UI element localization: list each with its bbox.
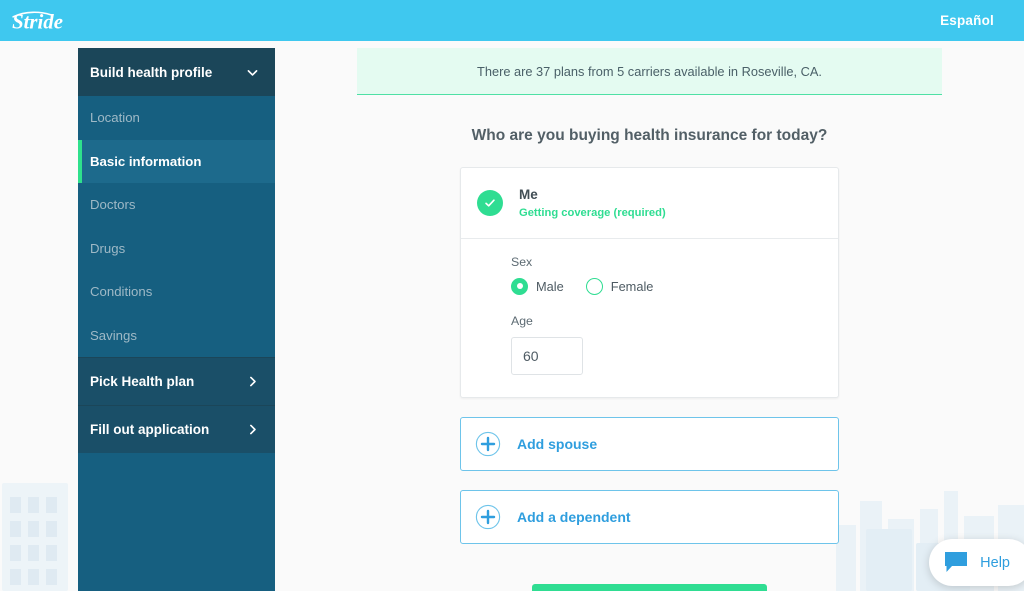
add-dependent-label: Add a dependent	[517, 508, 631, 525]
person-coverage-status: Getting coverage (required)	[519, 206, 666, 219]
banner-text: There are 37 plans from 5 carriers avail…	[477, 63, 822, 79]
plus-circle-icon	[475, 504, 501, 529]
age-input[interactable]	[511, 336, 583, 375]
sidebar-item-doctors[interactable]: Doctors	[78, 183, 275, 227]
language-toggle-espanol[interactable]: Español	[940, 13, 994, 28]
radio-selected-icon	[511, 277, 528, 295]
person-card-body: Sex Male Female Age	[461, 239, 838, 397]
person-card-header: Me Getting coverage (required)	[461, 168, 838, 238]
sidebar-section-label: Fill out application	[90, 422, 210, 437]
sidebar-item-label: Drugs	[90, 240, 126, 256]
sidebar-section-build-health-profile[interactable]: Build health profile	[78, 48, 275, 96]
main-content: There are 37 plans from 5 carriers avail…	[275, 48, 1024, 591]
sidebar-section-label: Build health profile	[90, 64, 213, 80]
sex-radio-group: Male Female	[511, 277, 822, 295]
top-header-bar: Stride Español	[0, 0, 1024, 41]
person-card-me: Me Getting coverage (required) Sex Male	[460, 167, 839, 398]
age-field-label: Age	[511, 313, 533, 328]
sex-option-female[interactable]: Female	[585, 277, 654, 295]
chat-bubble-icon	[945, 551, 968, 572]
sidebar-item-label: Doctors	[90, 197, 136, 213]
sidebar-item-label: Savings	[90, 327, 137, 343]
sex-option-label: Male	[536, 278, 564, 294]
radio-unselected-icon	[585, 277, 603, 295]
form-content: Who are you buying health insurance for …	[357, 127, 942, 591]
sex-option-label: Female	[610, 278, 654, 294]
add-spouse-button[interactable]: Add spouse	[460, 416, 839, 471]
find-insurance-button[interactable]: Find insurance for myself ›	[531, 583, 768, 591]
help-widget-button[interactable]: Help	[929, 539, 1024, 586]
sidebar-item-label: Location	[90, 110, 140, 126]
sidebar-item-label: Conditions	[90, 284, 153, 300]
person-name: Me	[519, 187, 538, 202]
cta-row: Find insurance for myself ›	[357, 583, 942, 591]
sidebar-item-savings[interactable]: Savings	[78, 314, 275, 358]
plus-circle-icon	[475, 431, 501, 456]
add-dependent-button[interactable]: Add a dependent	[460, 489, 839, 544]
sidebar-nav: Build health profile Location Basic info…	[78, 48, 275, 591]
sidebar-item-location[interactable]: Location	[78, 96, 275, 140]
page-title: Who are you buying health insurance for …	[471, 127, 828, 144]
stride-logo[interactable]: Stride	[10, 6, 88, 36]
sex-field-label: Sex	[511, 254, 533, 269]
sidebar-section-fill-out-application[interactable]: Fill out application	[78, 405, 275, 453]
chevron-down-icon	[247, 69, 258, 76]
sidebar-section-label: Pick Health plan	[90, 374, 195, 389]
add-spouse-label: Add spouse	[517, 435, 598, 452]
sidebar-item-drugs[interactable]: Drugs	[78, 227, 275, 271]
sidebar-item-label: Basic information	[90, 153, 202, 169]
chevron-right-icon	[250, 424, 256, 435]
app-root: Stride Español Build health profile Loca…	[0, 0, 1024, 591]
sidebar-item-conditions[interactable]: Conditions	[78, 270, 275, 314]
sidebar-item-basic-information[interactable]: Basic information	[78, 139, 275, 183]
help-widget-label: Help	[980, 554, 1010, 571]
check-circle-icon	[477, 189, 503, 216]
plans-availability-banner: There are 37 plans from 5 carriers avail…	[357, 48, 942, 95]
chevron-right-icon	[250, 376, 256, 387]
sex-option-male[interactable]: Male	[511, 277, 564, 295]
sidebar-section-pick-health-plan[interactable]: Pick Health plan	[78, 357, 275, 405]
person-card-text-block: Me Getting coverage (required)	[519, 185, 666, 221]
